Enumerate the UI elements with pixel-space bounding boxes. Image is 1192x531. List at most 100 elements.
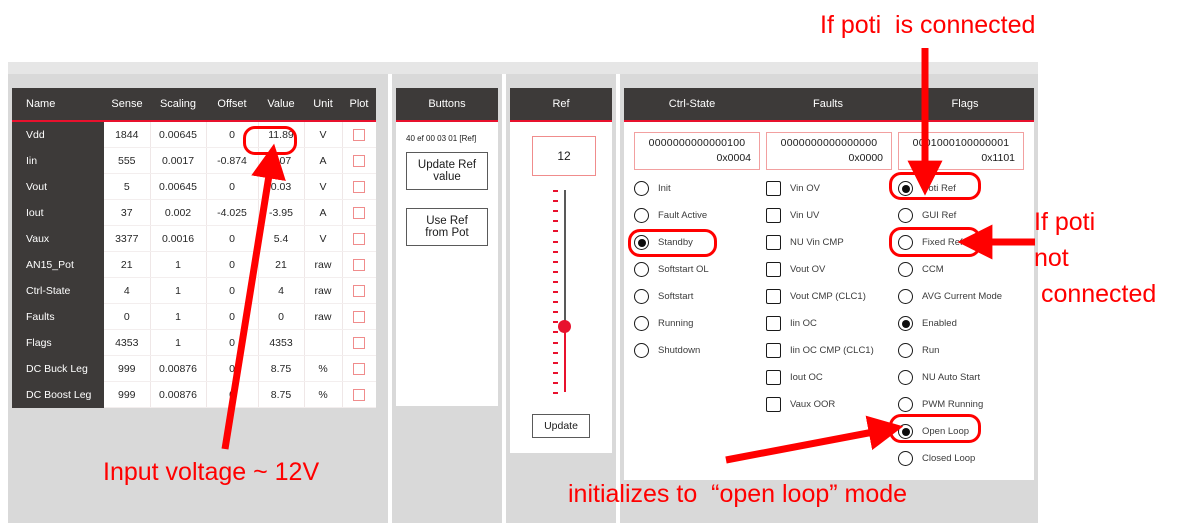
radio-icon[interactable] xyxy=(898,343,913,358)
ref-panel: Ref 12 Update xyxy=(510,88,612,453)
buttons-panel-header: Buttons xyxy=(396,88,498,122)
radio-icon[interactable] xyxy=(898,451,913,466)
flags-option[interactable]: PWM Running xyxy=(898,391,1024,418)
ctrl-state-option[interactable]: Fault Active xyxy=(634,202,760,229)
radio-icon[interactable] xyxy=(898,397,913,412)
flags-option[interactable]: Closed Loop xyxy=(898,445,1024,472)
plot-checkbox[interactable] xyxy=(353,154,366,167)
radio-icon[interactable] xyxy=(634,343,649,358)
annotation-poti-not-connected-line3: connected xyxy=(1034,280,1157,308)
flags-option[interactable]: AVG Current Mode xyxy=(898,283,1024,310)
row-sense: 21 xyxy=(104,251,151,278)
ref-value-input[interactable]: 12 xyxy=(532,136,596,176)
radio-icon[interactable] xyxy=(898,235,913,250)
row-sense: 37 xyxy=(104,199,151,226)
radio-icon[interactable] xyxy=(898,262,913,277)
faults-option-label: Iin OC xyxy=(790,318,817,329)
ref-slider-knob[interactable] xyxy=(558,320,571,333)
flags-option[interactable]: Run xyxy=(898,337,1024,364)
ctrl-state-option-label: Fault Active xyxy=(658,210,708,221)
ctrl-state-option[interactable]: Softstart OL xyxy=(634,256,760,283)
update-ref-value-button[interactable]: Update Ref value xyxy=(406,152,488,190)
row-scaling: 1 xyxy=(150,329,207,356)
faults-column: 0000000000000000 0x0000 Vin OV Vin UV NU V… xyxy=(766,122,892,480)
use-ref-from-pot-button[interactable]: Use Ref from Pot xyxy=(406,208,488,246)
row-sense: 4353 xyxy=(104,329,151,356)
plot-checkbox[interactable] xyxy=(353,362,366,375)
checkbox-icon[interactable] xyxy=(766,181,781,196)
plot-checkbox[interactable] xyxy=(353,284,366,297)
radio-icon[interactable] xyxy=(898,181,913,196)
ctrl-state-option[interactable]: Shutdown xyxy=(634,337,760,364)
plot-checkbox[interactable] xyxy=(353,336,366,349)
radio-icon[interactable] xyxy=(634,208,649,223)
ctrl-state-option[interactable]: Init xyxy=(634,175,760,202)
flags-option-label: Poti Ref xyxy=(922,183,956,194)
row-scaling: 1 xyxy=(150,251,207,278)
radio-icon[interactable] xyxy=(634,181,649,196)
flags-option[interactable]: Poti Ref xyxy=(898,175,1024,202)
ctrl-state-column: 0000000000000100 0x0004 Init Fault Active… xyxy=(634,122,760,480)
faults-option[interactable]: Vin OV xyxy=(766,175,892,202)
slider-tick xyxy=(553,381,558,384)
row-plot-cell xyxy=(342,329,376,356)
col-header-sense: Sense xyxy=(104,88,150,121)
row-value: 4 xyxy=(258,277,305,304)
radio-icon[interactable] xyxy=(898,316,913,331)
faults-option[interactable]: Vaux OOR xyxy=(766,391,892,418)
plot-checkbox[interactable] xyxy=(353,310,366,323)
radio-icon[interactable] xyxy=(634,289,649,304)
faults-option[interactable]: Iin OC CMP (CLC1) xyxy=(766,337,892,364)
flags-option-label: Fixed Ref xyxy=(922,237,963,248)
plot-checkbox[interactable] xyxy=(353,206,366,219)
radio-icon[interactable] xyxy=(634,316,649,331)
table-row: DC Boost Leg 999 0.00876 0 8.75% xyxy=(12,381,376,408)
plot-checkbox[interactable] xyxy=(353,232,366,245)
faults-option[interactable]: Iin OC xyxy=(766,310,892,337)
faults-option[interactable]: Vout OV xyxy=(766,256,892,283)
flags-option[interactable]: GUI Ref xyxy=(898,202,1024,229)
radio-icon[interactable] xyxy=(898,424,913,439)
flags-option[interactable]: Open Loop xyxy=(898,418,1024,445)
radio-icon[interactable] xyxy=(898,208,913,223)
flags-option[interactable]: Enabled xyxy=(898,310,1024,337)
checkbox-icon[interactable] xyxy=(766,289,781,304)
row-unit xyxy=(304,329,343,356)
faults-option[interactable]: Vin UV xyxy=(766,202,892,229)
flags-option[interactable]: CCM xyxy=(898,256,1024,283)
radio-icon[interactable] xyxy=(898,370,913,385)
ctrl-state-option[interactable]: Running xyxy=(634,310,760,337)
checkbox-icon[interactable] xyxy=(766,235,781,250)
radio-icon[interactable] xyxy=(634,235,649,250)
plot-checkbox[interactable] xyxy=(353,388,366,401)
faults-option-label: NU Vin CMP xyxy=(790,237,844,248)
row-offset: 0 xyxy=(206,329,259,356)
flags-hex: 0x1101 xyxy=(981,152,1015,164)
buttons-panel-title: Buttons xyxy=(428,98,466,110)
ref-slider[interactable] xyxy=(510,184,612,399)
row-name: Ctrl-State xyxy=(12,277,104,304)
plot-checkbox[interactable] xyxy=(353,128,366,141)
faults-option[interactable]: NU Vin CMP xyxy=(766,229,892,256)
faults-option[interactable]: Vout CMP (CLC1) xyxy=(766,283,892,310)
checkbox-icon[interactable] xyxy=(766,316,781,331)
faults-option[interactable]: Iout OC xyxy=(766,364,892,391)
flags-option[interactable]: NU Auto Start xyxy=(898,364,1024,391)
slider-tick xyxy=(553,200,558,203)
slider-tick xyxy=(553,392,558,394)
flags-option[interactable]: Fixed Ref xyxy=(898,229,1024,256)
checkbox-icon[interactable] xyxy=(766,397,781,412)
radio-icon[interactable] xyxy=(634,262,649,277)
plot-checkbox[interactable] xyxy=(353,258,366,271)
ctrl-state-option[interactable]: Softstart xyxy=(634,283,760,310)
checkbox-icon[interactable] xyxy=(766,370,781,385)
ref-update-button[interactable]: Update xyxy=(532,414,590,438)
radio-icon[interactable] xyxy=(898,289,913,304)
checkbox-icon[interactable] xyxy=(766,262,781,277)
checkbox-icon[interactable] xyxy=(766,208,781,223)
ctrl-state-option-label: Softstart OL xyxy=(658,264,709,275)
plot-checkbox[interactable] xyxy=(353,180,366,193)
checkbox-icon[interactable] xyxy=(766,343,781,358)
flags-option-label: Run xyxy=(922,345,940,356)
ctrl-state-option[interactable]: Standby xyxy=(634,229,760,256)
